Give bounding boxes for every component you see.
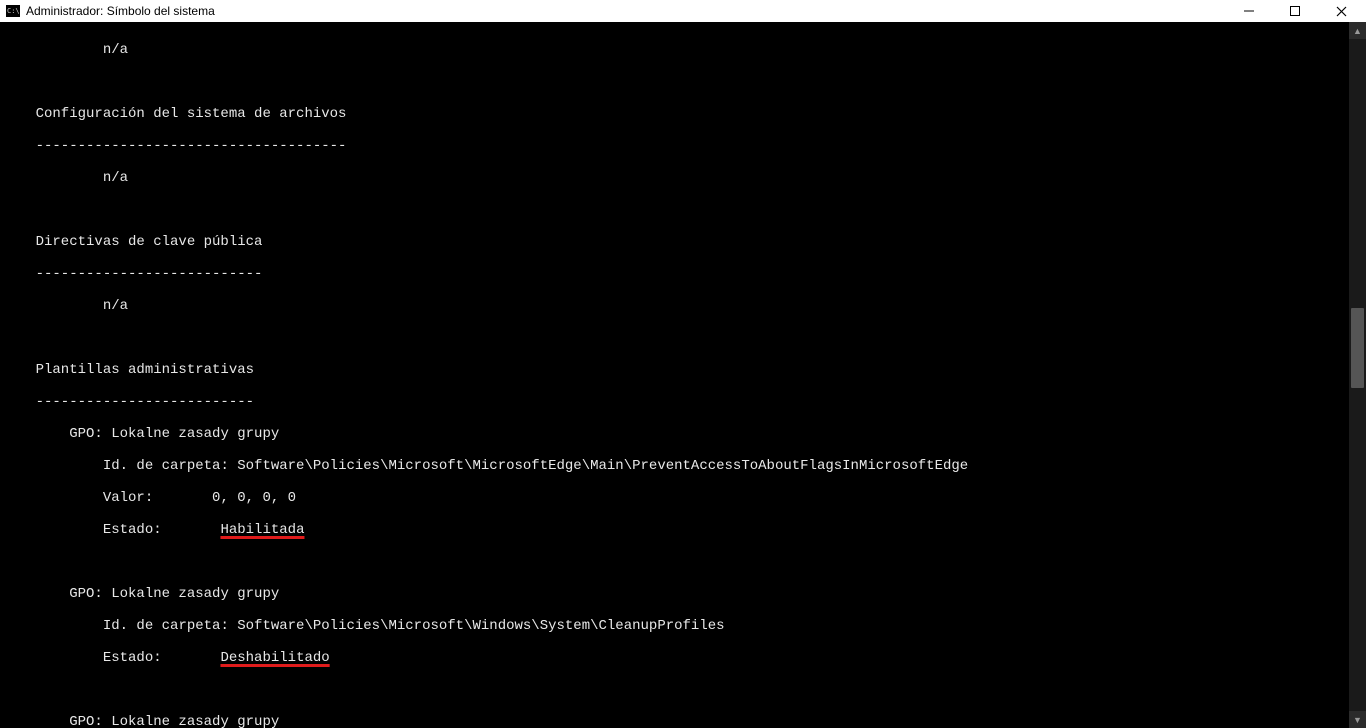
state-disabled: Deshabilitado <box>220 650 329 666</box>
indent <box>2 170 103 186</box>
maximize-button[interactable] <box>1272 0 1318 22</box>
state-label: Estado: <box>103 522 212 538</box>
text-na: n/a <box>103 42 128 58</box>
indent <box>2 490 103 506</box>
gpo-name: GPO: Lokalne zasady grupy <box>69 714 279 728</box>
console-output[interactable]: n/a Configuración del sistema de archivo… <box>0 22 1349 728</box>
separator: ------------------------------------- <box>2 138 1349 154</box>
value-label: Valor: <box>103 490 212 506</box>
scrollbar-track[interactable] <box>1349 39 1366 711</box>
state-enabled: Habilitada <box>220 522 304 538</box>
indent <box>2 458 103 474</box>
cmd-icon <box>6 5 20 17</box>
indent <box>2 522 103 538</box>
close-button[interactable] <box>1318 0 1364 22</box>
indent <box>2 298 103 314</box>
vertical-scrollbar[interactable]: ▲ ▼ <box>1349 22 1366 728</box>
scroll-down-icon[interactable]: ▼ <box>1349 711 1366 728</box>
indent <box>2 586 69 602</box>
text-na: n/a <box>103 170 128 186</box>
text-na: n/a <box>103 298 128 314</box>
state-label: Estado: <box>103 650 212 666</box>
gpo-name: GPO: Lokalne zasady grupy <box>69 426 279 442</box>
minimize-button[interactable] <box>1226 0 1272 22</box>
section-publickey: Directivas de clave pública <box>2 234 1349 250</box>
scroll-up-icon[interactable]: ▲ <box>1349 22 1366 39</box>
folder-path: Software\Policies\Microsoft\Windows\Syst… <box>237 618 724 634</box>
indent <box>2 42 103 58</box>
indent <box>2 618 103 634</box>
console-area: n/a Configuración del sistema de archivo… <box>0 22 1366 728</box>
separator: -------------------------- <box>2 394 1349 410</box>
indent <box>2 426 69 442</box>
section-admintemplates: Plantillas administrativas <box>2 362 1349 378</box>
indent <box>2 650 103 666</box>
window-title: Administrador: Símbolo del sistema <box>26 4 215 18</box>
indent <box>2 714 69 728</box>
separator: --------------------------- <box>2 266 1349 282</box>
scrollbar-thumb[interactable] <box>1351 308 1364 388</box>
folder-label: Id. de carpeta: <box>103 458 237 474</box>
value: 0, 0, 0, 0 <box>212 490 296 506</box>
folder-path: Software\Policies\Microsoft\MicrosoftEdg… <box>237 458 968 474</box>
folder-label: Id. de carpeta: <box>103 618 237 634</box>
gpo-name: GPO: Lokalne zasady grupy <box>69 586 279 602</box>
section-filesystem: Configuración del sistema de archivos <box>2 106 1349 122</box>
window-titlebar: Administrador: Símbolo del sistema <box>0 0 1366 22</box>
